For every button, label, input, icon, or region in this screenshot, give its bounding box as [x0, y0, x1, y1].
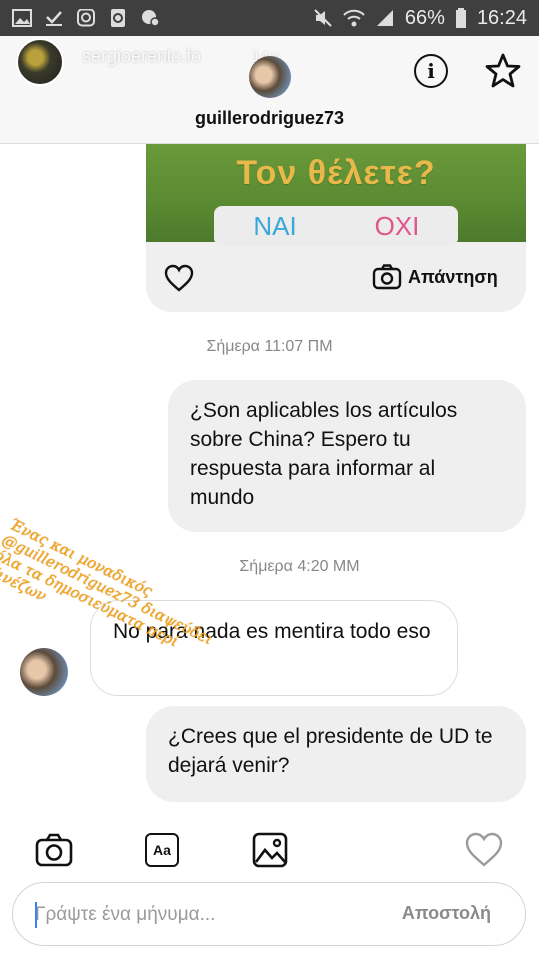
reply-button[interactable]: Απάντηση — [372, 264, 498, 290]
signal-icon — [376, 10, 393, 26]
status-bar: 66% 16:24 — [0, 0, 539, 36]
composer-toolbar: Aa — [0, 824, 539, 876]
story-reply-card[interactable]: Τον θέλετε? ΝΑΙ ΟΧΙ Απάντηση — [146, 144, 526, 312]
conversation-header: sergioerenlo.fo 14ω guillerodriguez73 i — [0, 36, 539, 144]
info-icon: i — [427, 59, 435, 83]
timestamp: Σήμερα 11:07 ΠΜ — [206, 338, 333, 355]
story-username: sergioerenlo.fo — [82, 46, 202, 66]
story-avatar — [16, 38, 64, 86]
heart-icon[interactable] — [464, 830, 504, 870]
heart-icon[interactable] — [164, 264, 194, 292]
clock: 16:24 — [476, 6, 527, 29]
message-outgoing[interactable]: ¿Son aplicables los artículos sobre Chin… — [168, 380, 526, 532]
text-caret — [35, 902, 37, 928]
instagram-icon — [77, 9, 95, 27]
poll: ΝΑΙ ΟΧΙ — [214, 206, 458, 246]
avatar[interactable] — [20, 648, 68, 696]
battery-icon — [455, 8, 466, 28]
camera-icon[interactable] — [34, 830, 74, 870]
shield-icon — [142, 10, 160, 27]
download-done-icon — [46, 11, 62, 26]
page-title[interactable]: guillerodriguez73 — [0, 108, 539, 129]
sync-icon — [111, 9, 125, 27]
send-button[interactable]: Αποστολή — [402, 903, 491, 924]
poll-option-no: ΟΧΙ — [374, 210, 420, 241]
star-icon[interactable] — [484, 52, 522, 90]
avatar[interactable] — [249, 56, 291, 98]
mute-icon — [314, 9, 332, 27]
text-style-button[interactable]: Aa — [142, 830, 182, 870]
gallery-icon[interactable] — [250, 830, 290, 870]
reply-label: Απάντηση — [408, 266, 498, 287]
text-style-icon: Aa — [145, 833, 179, 867]
camera-icon — [372, 264, 402, 290]
story-question: Τον θέλετε? — [236, 154, 436, 192]
message-composer: Αποστολή — [12, 882, 526, 946]
poll-option-yes: ΝΑΙ — [253, 210, 297, 241]
message-outgoing[interactable]: ¿Crees que el presidente de UD te dejará… — [146, 706, 526, 802]
wifi-icon — [343, 9, 365, 27]
info-button[interactable]: i — [414, 54, 448, 88]
message-input[interactable] — [35, 901, 375, 929]
gallery-notification-icon — [12, 9, 32, 27]
battery-percent: 66% — [404, 6, 445, 29]
